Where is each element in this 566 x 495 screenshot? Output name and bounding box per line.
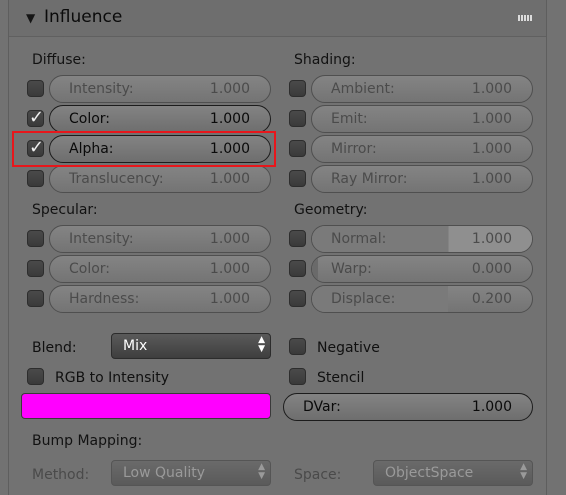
shading-mirror-slider[interactable]: Mirror: 1.000 xyxy=(311,135,533,163)
diffuse-translucency-checkbox[interactable] xyxy=(27,170,44,187)
blend-label: Blend: xyxy=(32,340,77,356)
stencil-checkbox[interactable] xyxy=(289,368,306,385)
shading-ambient-slider[interactable]: Ambient: 1.000 xyxy=(311,75,533,103)
slider-label: Intensity: xyxy=(69,81,134,97)
up-down-arrows-icon: ▲ ▼ xyxy=(258,335,265,354)
slider-label: Ambient: xyxy=(331,81,395,97)
specular-heading: Specular: xyxy=(32,202,98,218)
geometry-normal-slider[interactable]: Normal: 1.000 xyxy=(311,225,533,253)
shading-ray-mirror-checkbox[interactable] xyxy=(289,170,306,187)
geometry-displace-slider[interactable]: Displace: 0.200 xyxy=(311,285,533,313)
specular-hardness-slider[interactable]: Hardness: 1.000 xyxy=(49,285,271,313)
slider-value: 1.000 xyxy=(209,81,250,97)
dropdown-value: Low Quality xyxy=(123,465,206,481)
space-label: Space: xyxy=(294,467,342,483)
rgb-to-intensity-label[interactable]: RGB to Intensity xyxy=(55,370,169,386)
diffuse-heading: Diffuse: xyxy=(32,52,86,68)
checkmark-icon: ✓ xyxy=(29,107,45,128)
panel-header[interactable]: ▼ Influence xyxy=(9,0,546,37)
slider-value: 1.000 xyxy=(471,111,512,127)
dropdown-value: ObjectSpace xyxy=(385,465,474,481)
geometry-warp-checkbox[interactable] xyxy=(289,260,306,277)
slider-label: DVar: xyxy=(303,399,341,415)
dropdown-value: Mix xyxy=(123,338,148,354)
slider-label: Hardness: xyxy=(69,291,140,307)
method-label: Method: xyxy=(32,467,90,483)
slider-label: Color: xyxy=(69,111,111,127)
method-dropdown[interactable]: Low Quality ▲ ▼ xyxy=(111,460,271,486)
diffuse-translucency-slider[interactable]: Translucency: 1.000 xyxy=(49,165,271,193)
slider-value: 1.000 xyxy=(209,171,250,187)
up-down-arrows-icon: ▲ ▼ xyxy=(520,462,527,481)
shading-ambient-checkbox[interactable] xyxy=(289,80,306,97)
specular-hardness-checkbox[interactable] xyxy=(27,290,44,307)
slider-value: 1.000 xyxy=(209,261,250,277)
slider-label: Translucency: xyxy=(69,171,164,187)
slider-value: 1.000 xyxy=(209,291,250,307)
slider-value: 0.200 xyxy=(471,291,512,307)
slider-label: Normal: xyxy=(331,231,387,247)
shading-emit-checkbox[interactable] xyxy=(289,110,306,127)
diffuse-color-slider[interactable]: Color: 1.000 xyxy=(49,105,271,133)
highlight-box xyxy=(12,131,276,167)
slider-label: Color: xyxy=(69,261,111,277)
slider-value: 1.000 xyxy=(471,81,512,97)
slider-label: Intensity: xyxy=(69,231,134,247)
specular-color-slider[interactable]: Color: 1.000 xyxy=(49,255,271,283)
slider-label: Ray Mirror: xyxy=(331,171,408,187)
slider-value: 0.000 xyxy=(471,261,512,277)
shading-ray-mirror-slider[interactable]: Ray Mirror: 1.000 xyxy=(311,165,533,193)
shading-heading: Shading: xyxy=(294,52,356,68)
negative-checkbox[interactable] xyxy=(289,338,306,355)
diffuse-color-checkbox[interactable]: ✓ xyxy=(27,107,45,128)
slider-fill xyxy=(312,256,318,282)
slider-label: Warp: xyxy=(331,261,372,277)
dvar-slider[interactable]: DVar: 1.000 xyxy=(283,393,533,421)
bump-mapping-heading: Bump Mapping: xyxy=(32,433,143,449)
geometry-normal-checkbox[interactable] xyxy=(289,230,306,247)
specular-intensity-checkbox[interactable] xyxy=(27,230,44,247)
panel-title: Influence xyxy=(44,7,123,27)
slider-label: Mirror: xyxy=(331,141,377,157)
shading-mirror-checkbox[interactable] xyxy=(289,140,306,157)
slider-value: 1.000 xyxy=(471,399,512,415)
specular-color-checkbox[interactable] xyxy=(27,260,44,277)
geometry-warp-slider[interactable]: Warp: 0.000 xyxy=(311,255,533,283)
slider-label: Emit: xyxy=(331,111,368,127)
slider-value: 1.000 xyxy=(471,141,512,157)
diffuse-intensity-slider[interactable]: Intensity: 1.000 xyxy=(49,75,271,103)
negative-label[interactable]: Negative xyxy=(317,340,380,356)
rgb-to-intensity-checkbox[interactable] xyxy=(27,368,44,385)
color-swatch[interactable] xyxy=(21,393,271,419)
slider-value: 1.000 xyxy=(209,231,250,247)
slider-label: Displace: xyxy=(331,291,396,307)
slider-value: 1.000 xyxy=(471,171,512,187)
blend-dropdown[interactable]: Mix ▲ ▼ xyxy=(111,333,271,359)
specular-intensity-slider[interactable]: Intensity: 1.000 xyxy=(49,225,271,253)
diffuse-intensity-checkbox[interactable] xyxy=(27,80,44,97)
slider-value: 1.000 xyxy=(471,231,512,247)
triangle-down-icon[interactable]: ▼ xyxy=(26,11,35,25)
up-down-arrows-icon: ▲ ▼ xyxy=(258,462,265,481)
slider-value: 1.000 xyxy=(209,111,250,127)
geometry-displace-checkbox[interactable] xyxy=(289,290,306,307)
shading-emit-slider[interactable]: Emit: 1.000 xyxy=(311,105,533,133)
drag-handle-icon[interactable] xyxy=(518,15,532,21)
space-dropdown[interactable]: ObjectSpace ▲ ▼ xyxy=(373,460,533,486)
geometry-heading: Geometry: xyxy=(294,202,368,218)
stencil-label[interactable]: Stencil xyxy=(317,370,364,386)
